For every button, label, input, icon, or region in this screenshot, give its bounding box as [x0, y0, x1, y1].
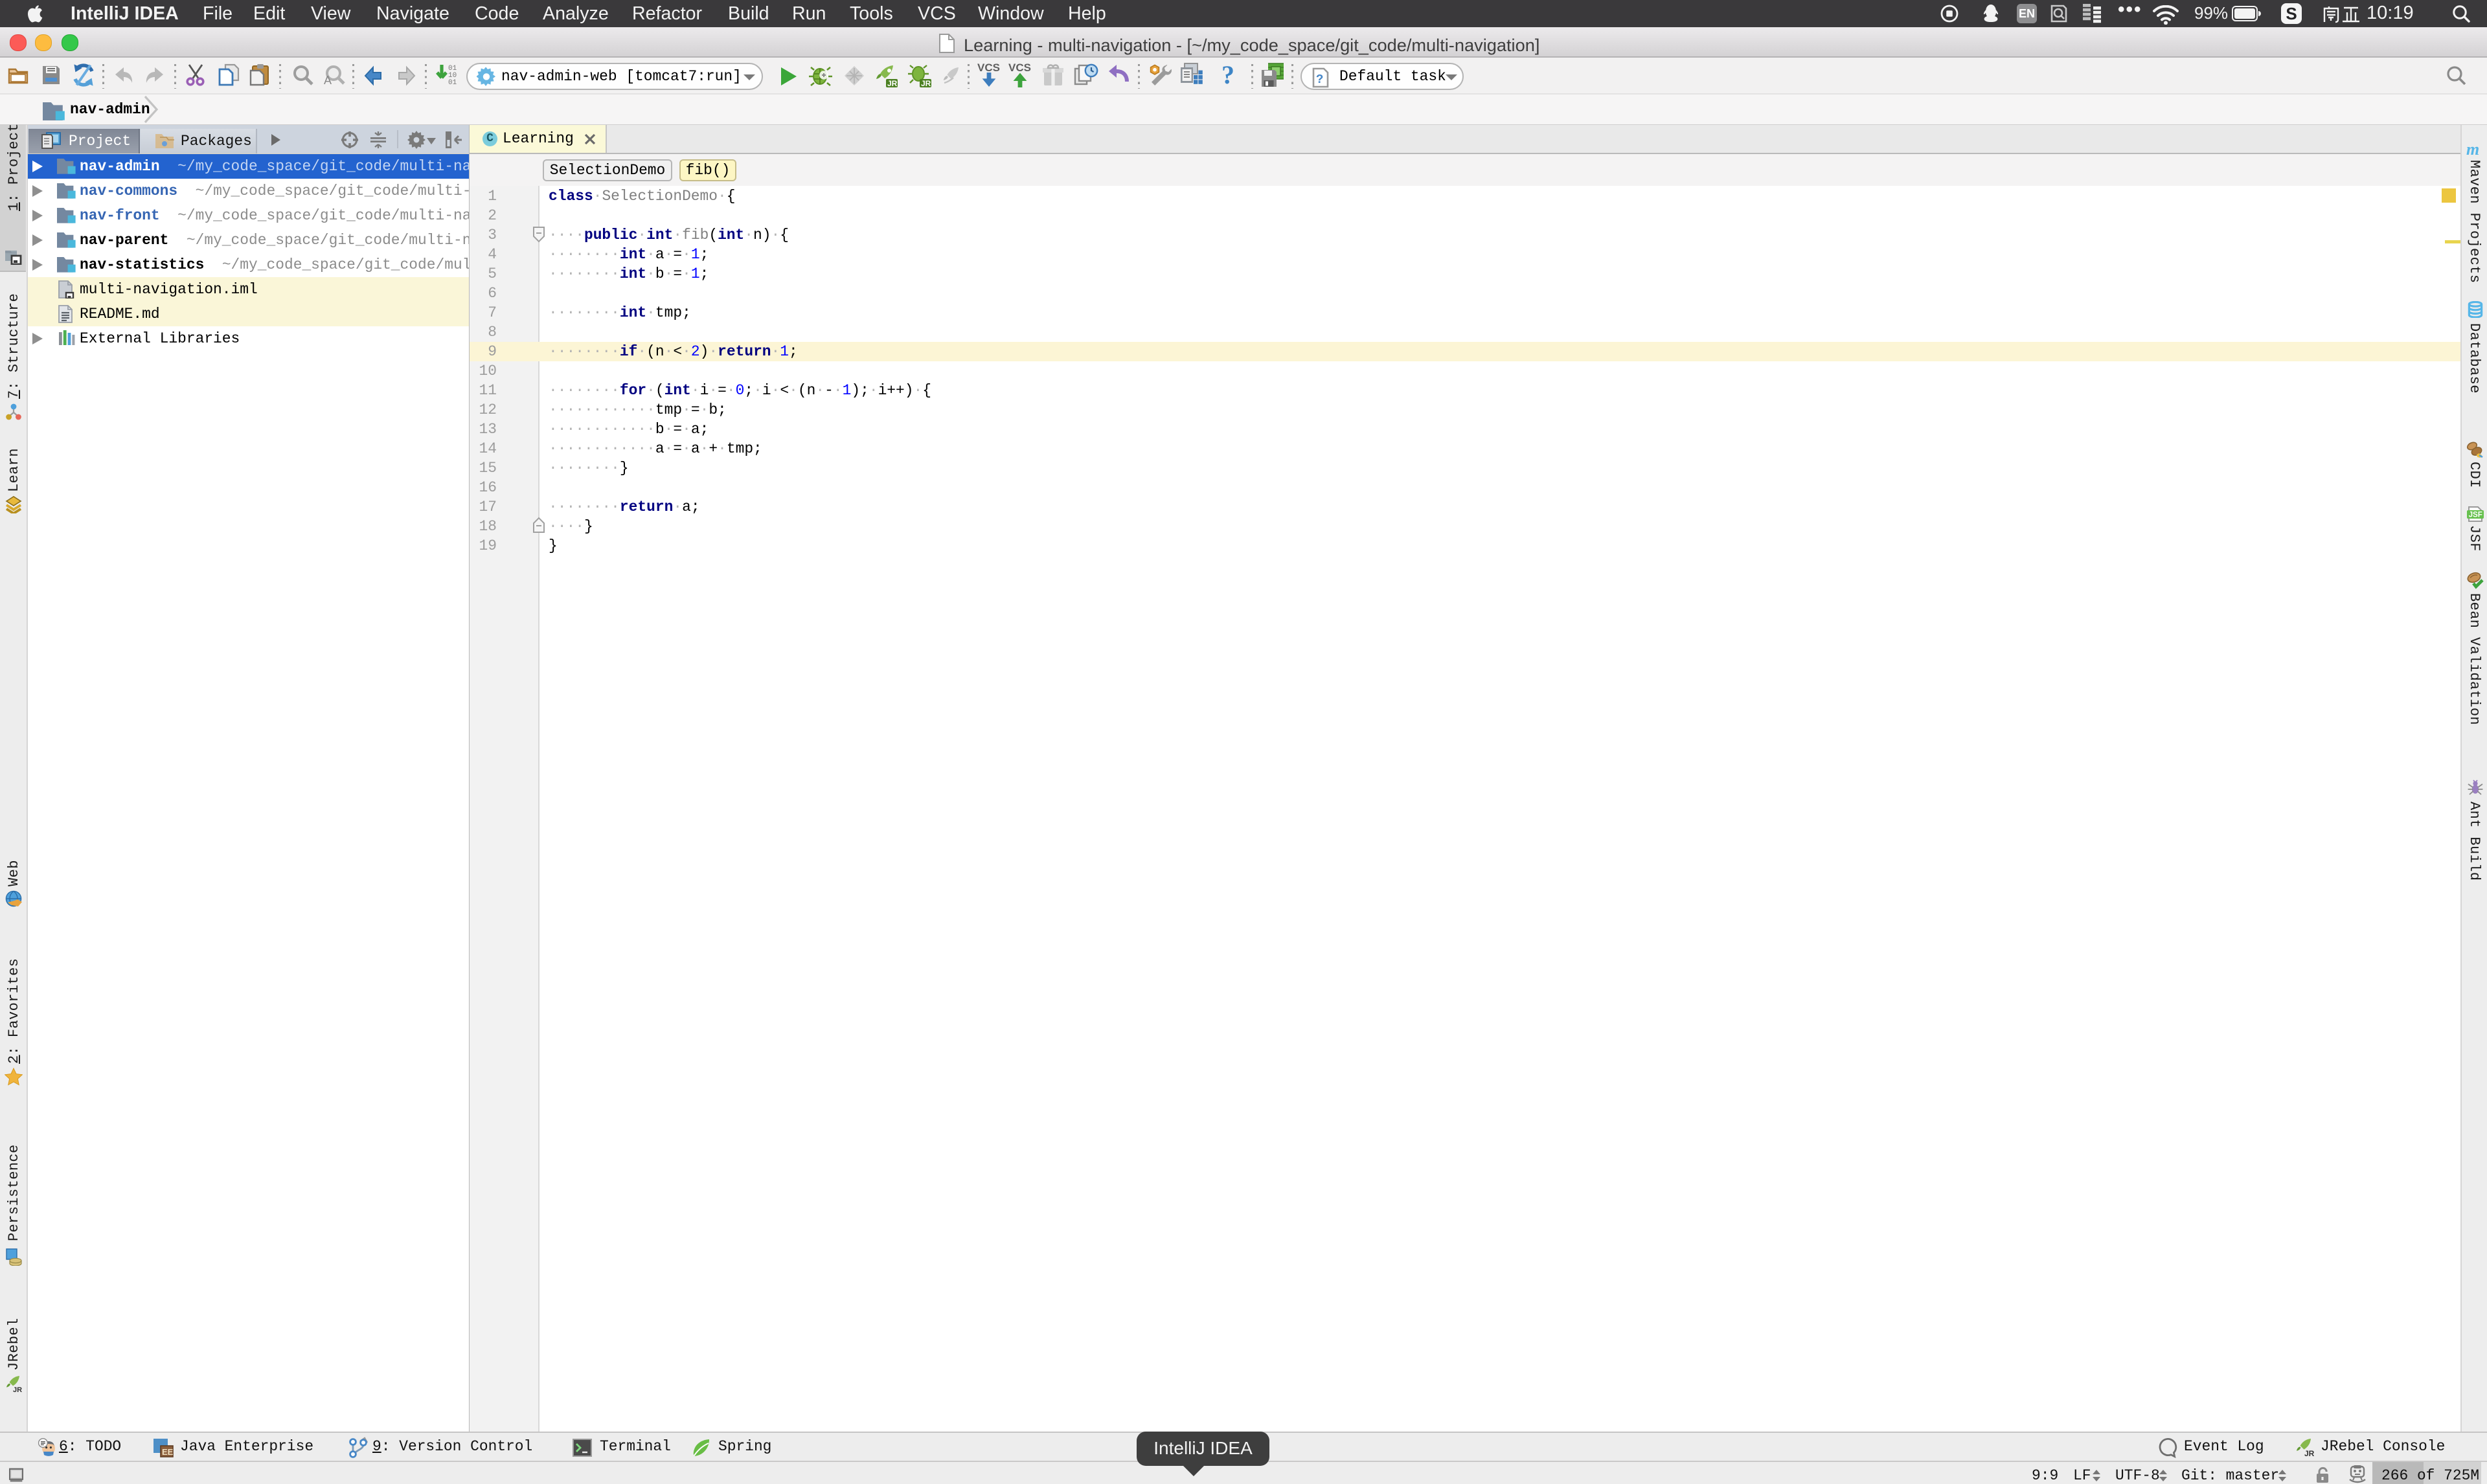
svg-text:JR: JR: [2304, 1449, 2315, 1457]
svg-text:JR: JR: [887, 79, 898, 88]
svg-text:VCS: VCS: [977, 62, 1000, 74]
svg-text:EE: EE: [162, 1447, 174, 1457]
svg-text:01: 01: [448, 79, 457, 87]
svg-text:A: A: [324, 74, 332, 87]
svg-text:m: m: [2466, 142, 2479, 156]
svg-text:JSF: JSF: [2469, 511, 2482, 519]
svg-text:VCS: VCS: [1008, 62, 1031, 74]
svg-text:?: ?: [1316, 73, 1323, 87]
svg-text:JR: JR: [13, 1386, 22, 1393]
svg-text:JR: JR: [921, 79, 931, 88]
